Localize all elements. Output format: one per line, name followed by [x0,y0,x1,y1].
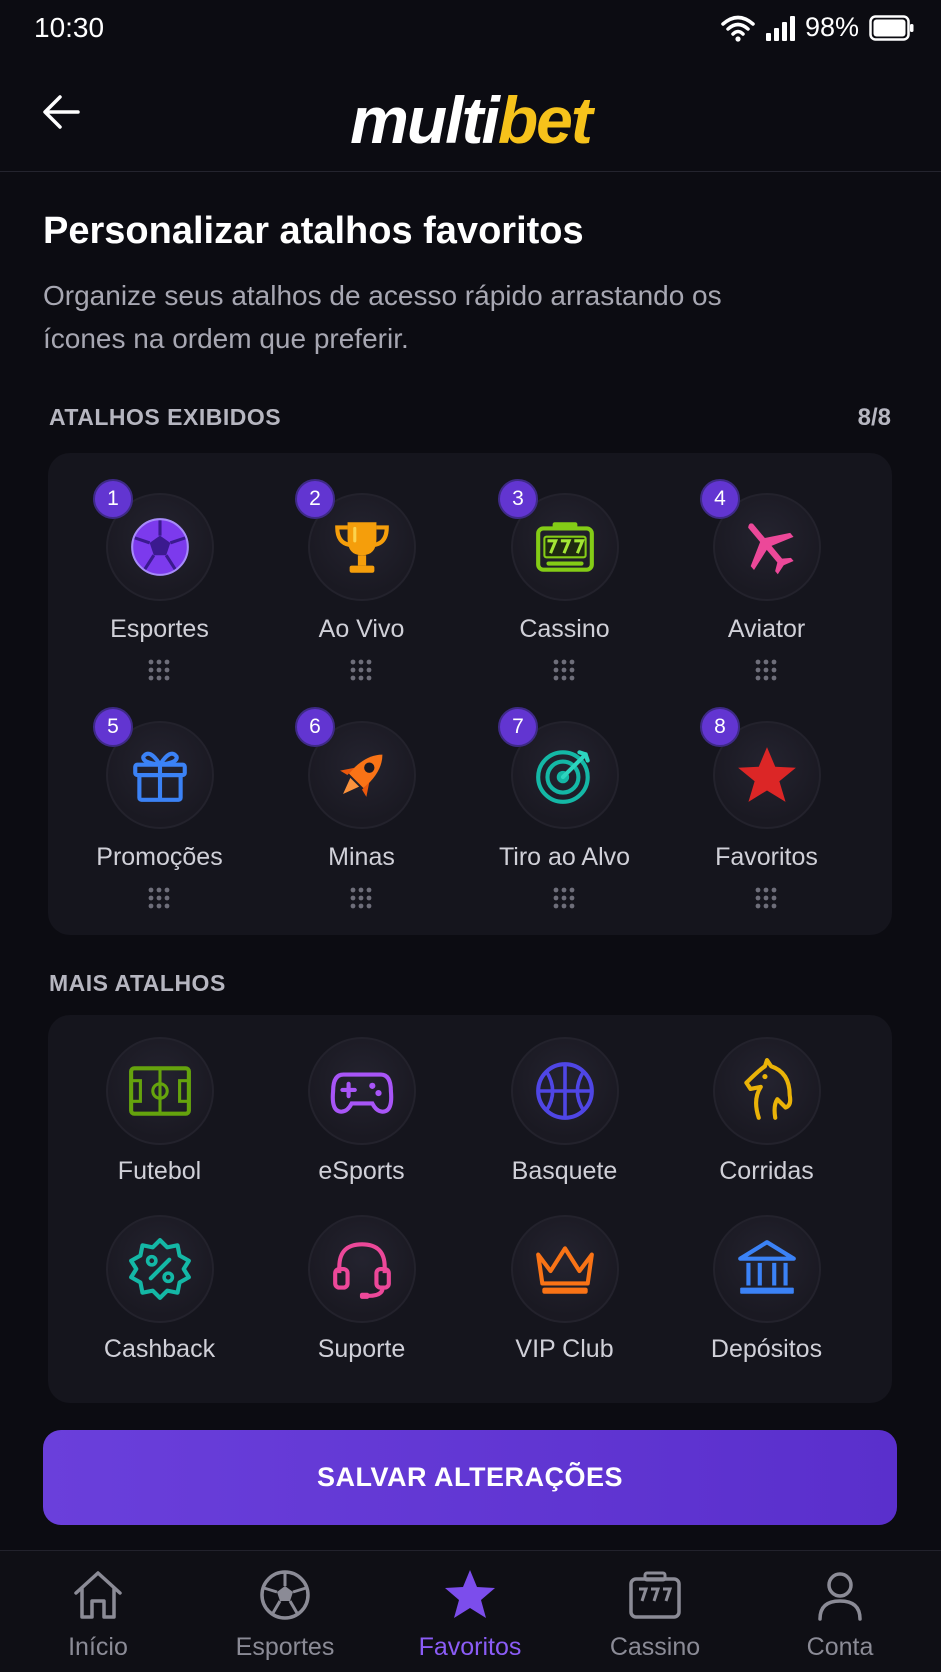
nav-cassino[interactable]: Cassino [561,1551,749,1672]
shortcut-label: eSports [318,1157,405,1185]
status-bar: 10:30 98% [0,0,941,58]
shortcut-label: Futebol [117,1157,202,1185]
position-badge: 5 [93,707,133,747]
percent-badge-icon [129,1238,191,1300]
shortcut-label: Tiro ao Alvo [498,843,631,871]
more-shortcuts-card: Futebol eSports Basquete Corridas Cashba… [48,1015,892,1403]
position-badge: 4 [700,479,740,519]
shown-shortcuts-card: 1 Esportes 2 Ao Vivo 3 Cassino 4 Aviator… [48,453,892,935]
shortcut-count: 8/8 [857,404,891,431]
nav-label: Conta [806,1633,874,1661]
shortcut-label: Cassino [519,615,610,643]
drag-handle-icon[interactable] [148,659,170,681]
bank-icon [738,1240,796,1294]
shortcut-icon-frame [308,1215,416,1323]
shortcut-label: Basquete [511,1157,618,1185]
shortcut-icon-frame [511,1215,619,1323]
position-badge: 6 [295,707,335,747]
drag-handle-icon[interactable] [553,887,575,909]
logo-text-bet: bet [497,83,593,157]
nav-label: Favoritos [418,1633,522,1661]
shortcut-label: Minas [328,843,395,871]
status-time: 10:30 [34,12,105,43]
drag-handle-icon[interactable] [350,887,372,909]
section-label-shown: ATALHOS EXIBIDOS [49,404,282,430]
star-icon [445,1570,495,1618]
battery-percentage: 98% [804,12,859,42]
nav-label: Início [68,1633,128,1661]
shortcut-label: VIP Club [515,1335,614,1363]
status-icons: 98% [721,12,915,43]
position-badge: 2 [295,479,335,519]
rocket-icon [340,754,383,797]
app-header: multibet [0,58,941,172]
position-badge: 8 [700,707,740,747]
airplane-icon [748,523,794,575]
shortcut-icon-frame [713,1037,821,1145]
target-icon [536,750,590,804]
section-label-more: MAIS ATALHOS [49,970,226,996]
position-badge: 7 [498,707,538,747]
drag-handle-icon[interactable] [553,659,575,681]
shortcut-label: Esportes [110,615,209,643]
shortcut-label: Cashback [103,1335,216,1363]
basketball-icon [536,1062,594,1120]
shortcut-label: Depósitos [710,1335,823,1363]
slot-machine-icon [629,1571,681,1619]
shortcut-icon-frame [713,1215,821,1323]
shortcut-label: Favoritos [715,843,818,871]
signal-icon [765,15,795,41]
slot-machine-icon [536,522,594,572]
position-badge: 3 [498,479,538,519]
logo-text-multi: multi [350,83,500,157]
nav-label: Esportes [235,1633,335,1661]
nav-conta[interactable]: Conta [746,1551,934,1672]
multibet-logo: multibet [0,82,941,158]
home-icon [74,1571,122,1619]
soccer-ball-icon [131,518,189,576]
shortcut-icon-frame [106,1037,214,1145]
bottom-nav: Início Esportes Favoritos Cassino Conta [0,1550,941,1672]
user-icon [818,1572,862,1621]
shortcut-label: Corridas [719,1157,814,1185]
shortcut-label: Promoções [96,843,223,871]
nav-label: Cassino [609,1633,701,1661]
drag-handle-icon[interactable] [350,659,372,681]
star-icon [738,747,796,802]
nav-inicio[interactable]: Início [4,1551,192,1672]
gamepad-icon [330,1072,394,1114]
page-subtitle: Organize seus atalhos de acesso rápido a… [43,280,722,354]
soccer-ball-icon [260,1570,310,1620]
crown-icon [536,1246,594,1294]
shortcut-label: Suporte [317,1335,406,1363]
battery-icon [869,14,914,41]
trophy-icon [335,522,389,573]
nav-favoritos[interactable]: Favoritos [376,1551,564,1672]
gift-icon [133,751,187,802]
drag-handle-icon[interactable] [755,887,777,909]
horse-icon [744,1058,793,1120]
shortcut-icon-frame [511,1037,619,1145]
position-badge: 1 [93,479,133,519]
wifi-icon [721,15,755,42]
shortcut-label: Aviator [727,615,806,643]
save-changes-button[interactable]: SALVAR ALTERAÇÕES [43,1430,897,1525]
page-title: Personalizar atalhos favoritos [43,210,584,252]
soccer-field-icon [129,1066,191,1116]
shortcut-icon-frame [308,1037,416,1145]
headset-icon [333,1242,391,1299]
shortcut-label: Ao Vivo [318,615,405,643]
shortcut-icon-frame [106,1215,214,1323]
drag-handle-icon[interactable] [755,659,777,681]
drag-handle-icon[interactable] [148,887,170,909]
nav-esportes[interactable]: Esportes [191,1551,379,1672]
